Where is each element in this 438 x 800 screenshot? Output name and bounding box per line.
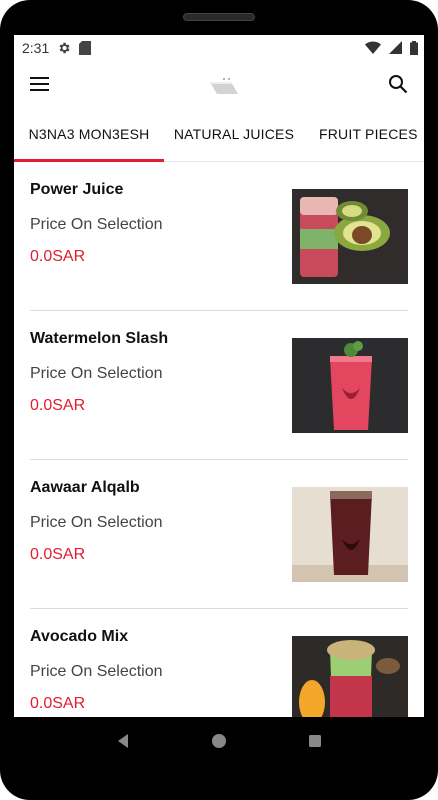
list-item[interactable]: Power Juice Price On Selection 0.0SAR: [30, 162, 408, 311]
list-item[interactable]: Avocado Mix Price On Selection 0.0SAR: [30, 609, 408, 717]
speaker-grille: [183, 13, 255, 21]
product-image: [292, 189, 408, 284]
signal-icon: [389, 41, 402, 54]
list-item[interactable]: Watermelon Slash Price On Selection 0.0S…: [30, 311, 408, 460]
price-label: Price On Selection: [30, 216, 163, 233]
home-icon[interactable]: [205, 727, 233, 755]
product-name: Power Juice: [30, 181, 124, 198]
status-time: 2:31: [22, 39, 50, 56]
battery-icon: [410, 40, 418, 55]
product-name: Watermelon Slash: [30, 330, 169, 347]
phone-device: 2:31 N3NA3 MON3ESH NATURAL JUICES FRUIT …: [0, 0, 438, 800]
tab-fruit-pieces[interactable]: FRUIT PIECES: [304, 106, 424, 161]
status-right: [365, 40, 418, 55]
status-bar: 2:31: [14, 35, 424, 60]
app-bar: [14, 60, 424, 108]
product-price: 0.0SAR: [30, 248, 86, 265]
product-price: 0.0SAR: [30, 695, 86, 712]
menu-icon[interactable]: [26, 70, 54, 98]
product-list: Power Juice Price On Selection 0.0SAR Wa…: [14, 162, 424, 717]
product-name: Avocado Mix: [30, 628, 129, 645]
price-label: Price On Selection: [30, 514, 163, 531]
system-nav-bar: [0, 717, 438, 764]
product-image: [292, 338, 408, 433]
app-logo: [210, 78, 238, 94]
product-image: [292, 636, 408, 717]
product-price: 0.0SAR: [30, 397, 86, 414]
product-image: [292, 487, 408, 582]
product-price: 0.0SAR: [30, 546, 86, 563]
tab-natural-juices[interactable]: NATURAL JUICES: [164, 106, 304, 161]
wifi-icon: [365, 41, 381, 54]
settings-icon: [59, 42, 70, 53]
price-label: Price On Selection: [30, 365, 163, 382]
category-tabs: N3NA3 MON3ESH NATURAL JUICES FRUIT PIECE…: [14, 107, 424, 162]
app-screen: 2:31 N3NA3 MON3ESH NATURAL JUICES FRUIT …: [14, 35, 424, 717]
status-left: 2:31: [22, 39, 92, 56]
recents-icon[interactable]: [301, 727, 329, 755]
back-icon[interactable]: [109, 727, 137, 755]
list-item[interactable]: Aawaar Alqalb Price On Selection 0.0SAR: [30, 460, 408, 609]
tab-n3na3-mon3esh[interactable]: N3NA3 MON3ESH: [14, 106, 164, 161]
product-name: Aawaar Alqalb: [30, 479, 140, 496]
search-icon[interactable]: [384, 70, 412, 98]
price-label: Price On Selection: [30, 663, 163, 680]
sdcard-icon: [79, 40, 92, 55]
